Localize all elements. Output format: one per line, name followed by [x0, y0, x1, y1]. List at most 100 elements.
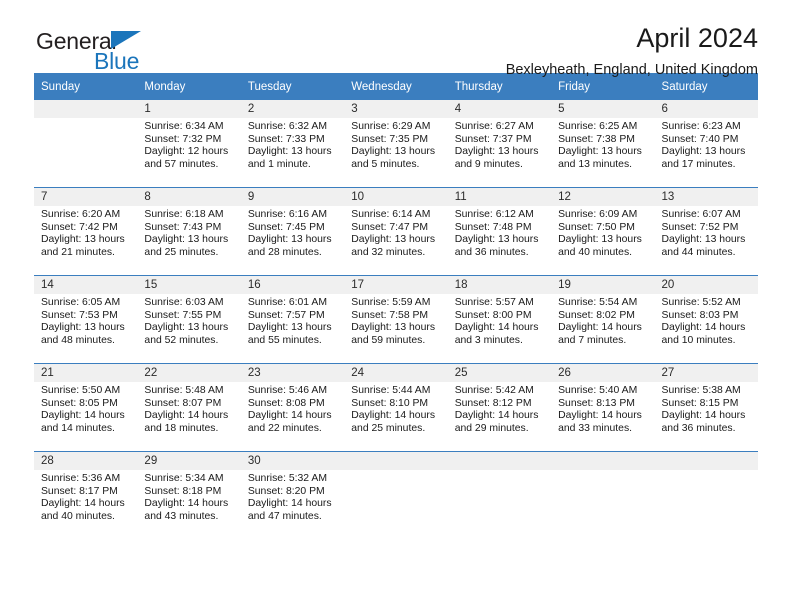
daylight-text-line1: Daylight: 13 hours	[454, 234, 539, 246]
day-details: Sunrise: 6:27 AM Sunset: 7:37 PM Daylight:…	[448, 118, 551, 171]
day-cell[interactable]: 1 Sunrise: 6:34 AM Sunset: 7:32 PM Daylight…	[137, 100, 241, 188]
daylight-text-line1: Daylight: 14 hours	[247, 410, 332, 422]
day-cell[interactable]: 14 Sunrise: 6:05 AM Sunset: 7:53 PM Dayligh…	[34, 275, 138, 364]
day-cell[interactable]: 5 Sunrise: 6:25 AM Sunset: 7:38 PM Daylight…	[551, 100, 655, 188]
sunrise-text: Sunrise: 6:03 AM	[144, 297, 224, 308]
calendar-body: 1 Sunrise: 6:34 AM Sunset: 7:32 PM Daylight…	[34, 100, 758, 539]
day-details: Sunrise: 5:50 AM Sunset: 8:05 PM Daylight:…	[34, 382, 137, 435]
day-cell[interactable]: 15 Sunrise: 6:03 AM Sunset: 7:55 PM Dayligh…	[137, 275, 241, 364]
day-cell[interactable]: 3 Sunrise: 6:29 AM Sunset: 7:35 PM Daylight…	[344, 100, 448, 188]
day-cell[interactable]: 30 Sunrise: 5:32 AM Sunset: 8:20 PM Dayligh…	[240, 451, 345, 539]
day-details: Sunrise: 5:59 AM Sunset: 7:58 PM Daylight:…	[344, 294, 447, 347]
day-cell[interactable]: 11 Sunrise: 6:12 AM Sunset: 7:48 PM Dayligh…	[447, 187, 552, 276]
day-cell[interactable]: 25 Sunrise: 5:42 AM Sunset: 8:12 PM Dayligh…	[447, 363, 552, 452]
week-row: 28 Sunrise: 5:36 AM Sunset: 8:17 PM Dayligh…	[34, 451, 758, 539]
sunrise-text: Sunrise: 5:32 AM	[247, 473, 327, 484]
sunset-text: Sunset: 7:45 PM	[247, 221, 325, 233]
day-number: 21	[34, 364, 138, 382]
day-cell[interactable]: 9 Sunrise: 6:16 AM Sunset: 7:45 PM Daylight…	[240, 187, 345, 276]
day-cell[interactable]: 21 Sunrise: 5:50 AM Sunset: 8:05 PM Dayligh…	[34, 363, 138, 452]
daylight-text-line2: and 29 minutes.	[454, 422, 529, 434]
day-cell[interactable]: 29 Sunrise: 5:34 AM Sunset: 8:18 PM Dayligh…	[137, 451, 241, 539]
weekday-header-sunday: Sunday	[34, 73, 138, 100]
day-number: 12	[551, 188, 655, 206]
day-cell[interactable]: 19 Sunrise: 5:54 AM Sunset: 8:02 PM Dayligh…	[551, 275, 655, 364]
day-details: Sunrise: 6:23 AM Sunset: 7:40 PM Daylight:…	[655, 118, 758, 171]
sunrise-text: Sunrise: 6:23 AM	[661, 121, 741, 132]
daylight-text-line2: and 40 minutes.	[41, 510, 115, 522]
day-cell[interactable]: 16 Sunrise: 6:01 AM Sunset: 7:57 PM Dayligh…	[240, 275, 345, 364]
day-cell[interactable]: 13 Sunrise: 6:07 AM Sunset: 7:52 PM Dayligh…	[654, 187, 758, 276]
day-number: 18	[447, 276, 552, 294]
day-number	[34, 100, 138, 118]
day-number: 28	[34, 452, 138, 470]
day-cell[interactable]: 18 Sunrise: 5:57 AM Sunset: 8:00 PM Dayligh…	[447, 275, 552, 364]
day-cell[interactable]: 22 Sunrise: 5:48 AM Sunset: 8:07 PM Dayligh…	[137, 363, 241, 452]
day-cell[interactable]	[34, 100, 138, 188]
daylight-text-line1: Daylight: 13 hours	[351, 322, 436, 334]
sunset-text: Sunset: 8:13 PM	[558, 397, 635, 409]
day-details: Sunrise: 6:34 AM Sunset: 7:32 PM Daylight:…	[137, 118, 240, 171]
sunset-text: Sunset: 8:18 PM	[144, 485, 222, 497]
week-row: 14 Sunrise: 6:05 AM Sunset: 7:53 PM Dayligh…	[34, 275, 758, 364]
day-cell[interactable]	[551, 451, 655, 539]
day-cell[interactable]: 6 Sunrise: 6:23 AM Sunset: 7:40 PM Daylight…	[654, 100, 758, 188]
sunrise-text: Sunrise: 6:25 AM	[558, 121, 638, 132]
day-cell[interactable]: 17 Sunrise: 5:59 AM Sunset: 7:58 PM Dayligh…	[344, 275, 448, 364]
daylight-text-line1: Daylight: 13 hours	[661, 234, 746, 246]
sunrise-text: Sunrise: 5:57 AM	[454, 297, 534, 308]
daylight-text-line1: Daylight: 13 hours	[247, 234, 332, 246]
day-cell[interactable]: 28 Sunrise: 5:36 AM Sunset: 8:17 PM Dayligh…	[34, 451, 138, 539]
day-cell[interactable]: 27 Sunrise: 5:38 AM Sunset: 8:15 PM Dayligh…	[654, 363, 758, 452]
daylight-text-line1: Daylight: 13 hours	[558, 234, 642, 246]
sunset-text: Sunset: 8:00 PM	[454, 309, 532, 321]
day-cell[interactable]: 8 Sunrise: 6:18 AM Sunset: 7:43 PM Daylight…	[137, 187, 241, 276]
daylight-text-line2: and 7 minutes.	[558, 334, 627, 346]
week-row: 21 Sunrise: 5:50 AM Sunset: 8:05 PM Dayligh…	[34, 363, 758, 452]
day-details: Sunrise: 5:40 AM Sunset: 8:13 PM Daylight:…	[551, 382, 654, 435]
sunrise-text: Sunrise: 5:46 AM	[247, 385, 327, 396]
day-cell[interactable]: 24 Sunrise: 5:44 AM Sunset: 8:10 PM Dayligh…	[344, 363, 448, 452]
day-number	[551, 452, 655, 470]
sunrise-text: Sunrise: 6:12 AM	[454, 209, 534, 220]
day-cell[interactable]: 12 Sunrise: 6:09 AM Sunset: 7:50 PM Dayligh…	[551, 187, 655, 276]
day-cell[interactable]: 23 Sunrise: 5:46 AM Sunset: 8:08 PM Dayligh…	[240, 363, 345, 452]
day-number: 7	[34, 188, 138, 206]
day-cell[interactable]: 20 Sunrise: 5:52 AM Sunset: 8:03 PM Dayligh…	[654, 275, 758, 364]
daylight-text-line1: Daylight: 14 hours	[558, 322, 642, 334]
day-details: Sunrise: 6:12 AM Sunset: 7:48 PM Daylight:…	[448, 206, 551, 259]
day-number: 10	[344, 188, 448, 206]
day-cell[interactable]: 26 Sunrise: 5:40 AM Sunset: 8:13 PM Dayligh…	[551, 363, 655, 452]
daylight-text-line1: Daylight: 13 hours	[41, 234, 125, 246]
day-number: 29	[137, 452, 241, 470]
sunset-text: Sunset: 7:55 PM	[144, 309, 222, 321]
sunrise-text: Sunrise: 5:36 AM	[41, 473, 121, 484]
sunrise-text: Sunrise: 5:34 AM	[144, 473, 224, 484]
daylight-text-line2: and 44 minutes.	[661, 246, 736, 258]
daylight-text-line2: and 22 minutes.	[247, 422, 322, 434]
sunset-text: Sunset: 7:42 PM	[41, 221, 118, 233]
sunset-text: Sunset: 7:57 PM	[247, 309, 325, 321]
day-cell[interactable]: 4 Sunrise: 6:27 AM Sunset: 7:37 PM Daylight…	[447, 100, 552, 188]
sunrise-text: Sunrise: 6:27 AM	[454, 121, 534, 132]
day-cell[interactable]	[447, 451, 552, 539]
day-details: Sunrise: 5:44 AM Sunset: 8:10 PM Daylight:…	[344, 382, 447, 435]
day-cell[interactable]: 2 Sunrise: 6:32 AM Sunset: 7:33 PM Daylight…	[240, 100, 345, 188]
sunrise-text: Sunrise: 6:07 AM	[661, 209, 741, 220]
day-details: Sunrise: 5:32 AM Sunset: 8:20 PM Daylight:…	[241, 470, 344, 523]
day-cell[interactable]	[344, 451, 448, 539]
daylight-text-line1: Daylight: 14 hours	[661, 322, 746, 334]
sunrise-text: Sunrise: 6:16 AM	[247, 209, 327, 220]
daylight-text-line2: and 40 minutes.	[558, 246, 633, 258]
week-row: 7 Sunrise: 6:20 AM Sunset: 7:42 PM Daylight…	[34, 187, 758, 276]
sunrise-text: Sunrise: 6:01 AM	[247, 297, 327, 308]
general-blue-logo: General Blue	[36, 28, 226, 74]
day-number: 8	[137, 188, 241, 206]
day-cell[interactable]: 7 Sunrise: 6:20 AM Sunset: 7:42 PM Daylight…	[34, 187, 138, 276]
sunrise-text: Sunrise: 5:38 AM	[661, 385, 741, 396]
day-cell[interactable]	[654, 451, 758, 539]
sunrise-text: Sunrise: 5:48 AM	[144, 385, 224, 396]
daylight-text-line2: and 21 minutes.	[41, 246, 115, 258]
day-number: 13	[654, 188, 758, 206]
day-cell[interactable]: 10 Sunrise: 6:14 AM Sunset: 7:47 PM Dayligh…	[344, 187, 448, 276]
